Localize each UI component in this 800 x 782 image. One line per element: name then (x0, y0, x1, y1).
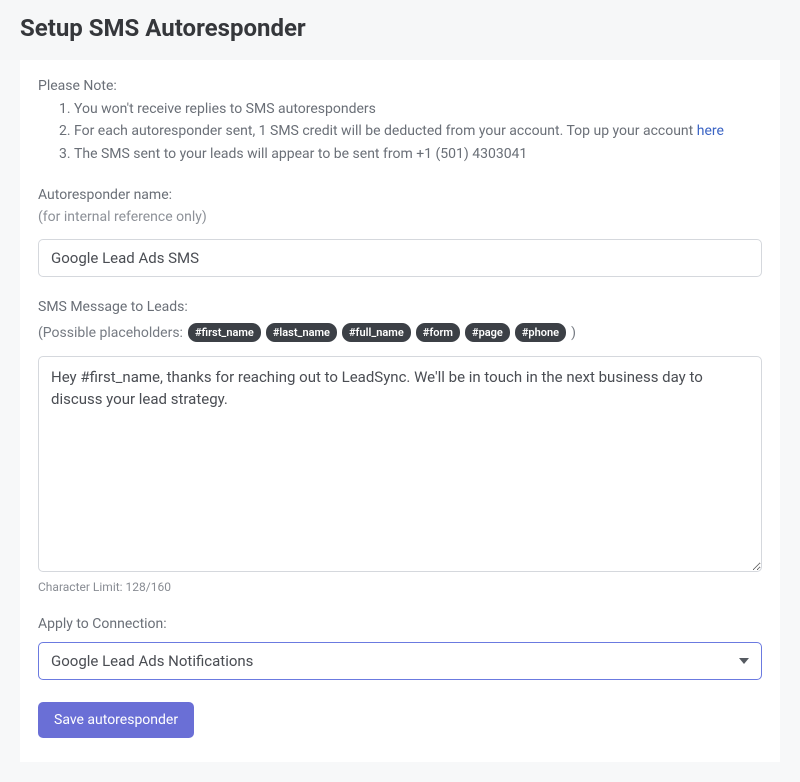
placeholder-badge[interactable]: #phone (515, 323, 566, 342)
page-title: Setup SMS Autoresponder (20, 14, 780, 42)
note-list: You won't receive replies to SMS autores… (74, 98, 762, 165)
placeholder-badge[interactable]: #page (465, 323, 510, 342)
note-item: The SMS sent to your leads will appear t… (74, 143, 762, 165)
placeholders-line: (Possible placeholders: #first_name #las… (38, 323, 762, 342)
autoresponder-name-label: Autoresponder name: (38, 187, 762, 203)
placeholder-badge[interactable]: #form (416, 323, 460, 342)
char-limit-text: Character Limit: 128/160 (38, 580, 762, 594)
note-item: You won't receive replies to SMS autores… (74, 98, 762, 120)
topup-link[interactable]: here (697, 123, 724, 139)
placeholders-close: ) (571, 325, 576, 341)
autoresponder-name-hint: (for internal reference only) (38, 209, 762, 225)
note-label: Please Note: (38, 78, 762, 94)
placeholder-badge[interactable]: #full_name (342, 323, 411, 342)
connection-label: Apply to Connection: (38, 616, 762, 632)
save-button[interactable]: Save autoresponder (38, 702, 194, 738)
placeholders-label: (Possible placeholders: (38, 325, 183, 341)
placeholder-badge[interactable]: #first_name (188, 323, 261, 342)
sms-message-label: SMS Message to Leads: (38, 299, 762, 315)
sms-message-textarea[interactable]: Hey #first_name, thanks for reaching out… (38, 356, 762, 572)
placeholder-badge[interactable]: #last_name (266, 323, 337, 342)
note-item: For each autoresponder sent, 1 SMS credi… (74, 120, 762, 142)
connection-select[interactable]: Google Lead Ads Notifications (38, 642, 762, 680)
autoresponder-name-input[interactable] (38, 239, 762, 277)
form-card: Please Note: You won't receive replies t… (20, 60, 780, 762)
note-item-text: For each autoresponder sent, 1 SMS credi… (74, 123, 697, 139)
